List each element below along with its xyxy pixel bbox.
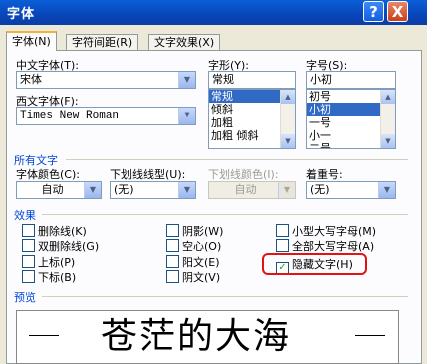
small-caps-checkbox[interactable]: 小型大写字母(M) xyxy=(276,224,376,238)
chevron-down-icon[interactable]: ▼ xyxy=(178,182,195,198)
checkbox-label: 小型大写字母(M) xyxy=(292,225,377,238)
checkbox-box[interactable] xyxy=(276,224,289,237)
checkbox-label: 删除线(K) xyxy=(38,225,87,238)
western-font-value: Times New Roman xyxy=(20,110,120,122)
preview-section-label: 预览 xyxy=(14,291,36,304)
underline-color-select: 自动 ▼ xyxy=(208,181,296,199)
all-caps-checkbox[interactable]: 全部大写字母(A) xyxy=(276,239,374,253)
font-color-select[interactable]: 自动 ▼ xyxy=(16,181,102,199)
divider xyxy=(66,159,408,160)
scrollbar[interactable]: ▲ ▼ xyxy=(380,90,395,148)
emboss-checkbox[interactable]: 阳文(E) xyxy=(166,255,220,269)
preview-baseline-left xyxy=(29,335,59,336)
underline-color-value: 自动 xyxy=(234,183,257,196)
chevron-down-icon[interactable]: ▼ xyxy=(178,108,195,124)
font-size-list[interactable]: 初号 小初 一号 小一 二号 ▲ ▼ xyxy=(306,89,396,149)
scroll-up-icon[interactable]: ▲ xyxy=(281,90,295,104)
tab-text-effects[interactable]: 文字效果(X) xyxy=(148,34,221,51)
western-font-select[interactable]: Times New Roman ▼ xyxy=(16,107,196,125)
close-button[interactable]: X xyxy=(387,1,408,22)
font-color-value: 自动 xyxy=(41,183,64,196)
emphasis-mark-value: (无) xyxy=(310,183,330,196)
help-button[interactable]: ? xyxy=(363,1,384,22)
checkbox-label: 空心(O) xyxy=(182,240,222,253)
font-style-list[interactable]: 常规 倾斜 加粗 加粗 倾斜 ▲ ▼ xyxy=(208,89,296,149)
divider xyxy=(42,296,408,297)
checkbox-box[interactable] xyxy=(276,239,289,252)
checkbox-box[interactable] xyxy=(22,255,35,268)
scroll-up-icon[interactable]: ▲ xyxy=(381,90,395,104)
strikethrough-checkbox[interactable]: 删除线(K) xyxy=(22,224,87,238)
outline-checkbox[interactable]: 空心(O) xyxy=(166,239,221,253)
checkbox-box[interactable] xyxy=(166,239,179,252)
title-bar: 字体 ? X xyxy=(0,0,427,25)
tab-character-spacing[interactable]: 字符间距(R) xyxy=(66,34,139,51)
font-style-value: 常规 xyxy=(212,73,234,86)
chevron-down-icon[interactable]: ▼ xyxy=(178,72,195,88)
divider xyxy=(42,214,408,215)
chevron-down-icon: ▼ xyxy=(278,182,295,198)
chinese-font-value: 宋体 xyxy=(20,73,42,86)
checkbox-label: 阳文(E) xyxy=(182,256,220,269)
chevron-down-icon[interactable]: ▼ xyxy=(84,182,101,198)
subscript-checkbox[interactable]: 下标(B) xyxy=(22,270,76,284)
effects-section-label: 效果 xyxy=(14,209,36,222)
scrollbar[interactable]: ▲ ▼ xyxy=(280,90,295,148)
underline-style-select[interactable]: (无) ▼ xyxy=(110,181,196,199)
checkbox-label: 阴影(W) xyxy=(182,225,224,238)
checkbox-label: 上标(P) xyxy=(38,256,76,269)
font-size-input[interactable]: 小初 xyxy=(306,71,396,89)
checkbox-box[interactable] xyxy=(166,255,179,268)
emphasis-mark-label: 着重号: xyxy=(306,168,343,181)
superscript-checkbox[interactable]: 上标(P) xyxy=(22,255,75,269)
preview-baseline-right xyxy=(355,335,385,336)
checkbox-label: 阴文(V) xyxy=(182,271,221,284)
chevron-down-icon[interactable]: ▼ xyxy=(378,182,395,198)
checkbox-box[interactable] xyxy=(166,224,179,237)
font-style-input[interactable]: 常规 xyxy=(208,71,296,89)
chinese-font-select[interactable]: 宋体 ▼ xyxy=(16,71,196,89)
double-strikethrough-checkbox[interactable]: 双删除线(G) xyxy=(22,239,99,253)
emphasis-mark-select[interactable]: (无) ▼ xyxy=(306,181,396,199)
checkbox-label: 下标(B) xyxy=(38,271,77,284)
shadow-checkbox[interactable]: 阴影(W) xyxy=(166,224,223,238)
tab-font[interactable]: 字体(N) xyxy=(6,31,57,51)
checkbox-label: 双删除线(G) xyxy=(38,240,100,253)
underline-style-value: (无) xyxy=(114,183,134,196)
checkbox-box[interactable] xyxy=(22,270,35,283)
checkbox-box[interactable] xyxy=(22,239,35,252)
preview-sample-text: 苍茫的大海 xyxy=(101,316,292,357)
scroll-down-icon[interactable]: ▼ xyxy=(281,134,295,148)
underline-color-label: 下划线颜色(I): xyxy=(208,168,279,181)
checkbox-box[interactable] xyxy=(166,270,179,283)
font-color-label: 字体颜色(C): xyxy=(16,168,80,181)
checkbox-box[interactable] xyxy=(22,224,35,237)
engrave-checkbox[interactable]: 阴文(V) xyxy=(166,270,220,284)
scroll-down-icon[interactable]: ▼ xyxy=(381,134,395,148)
checkbox-label: 全部大写字母(A) xyxy=(292,240,375,253)
font-size-value: 小初 xyxy=(310,73,332,86)
window-title: 字体 xyxy=(7,7,36,22)
underline-style-label: 下划线线型(U): xyxy=(110,168,186,181)
highlight-annotation xyxy=(262,253,367,275)
preview-box: 苍茫的大海 xyxy=(16,310,399,364)
